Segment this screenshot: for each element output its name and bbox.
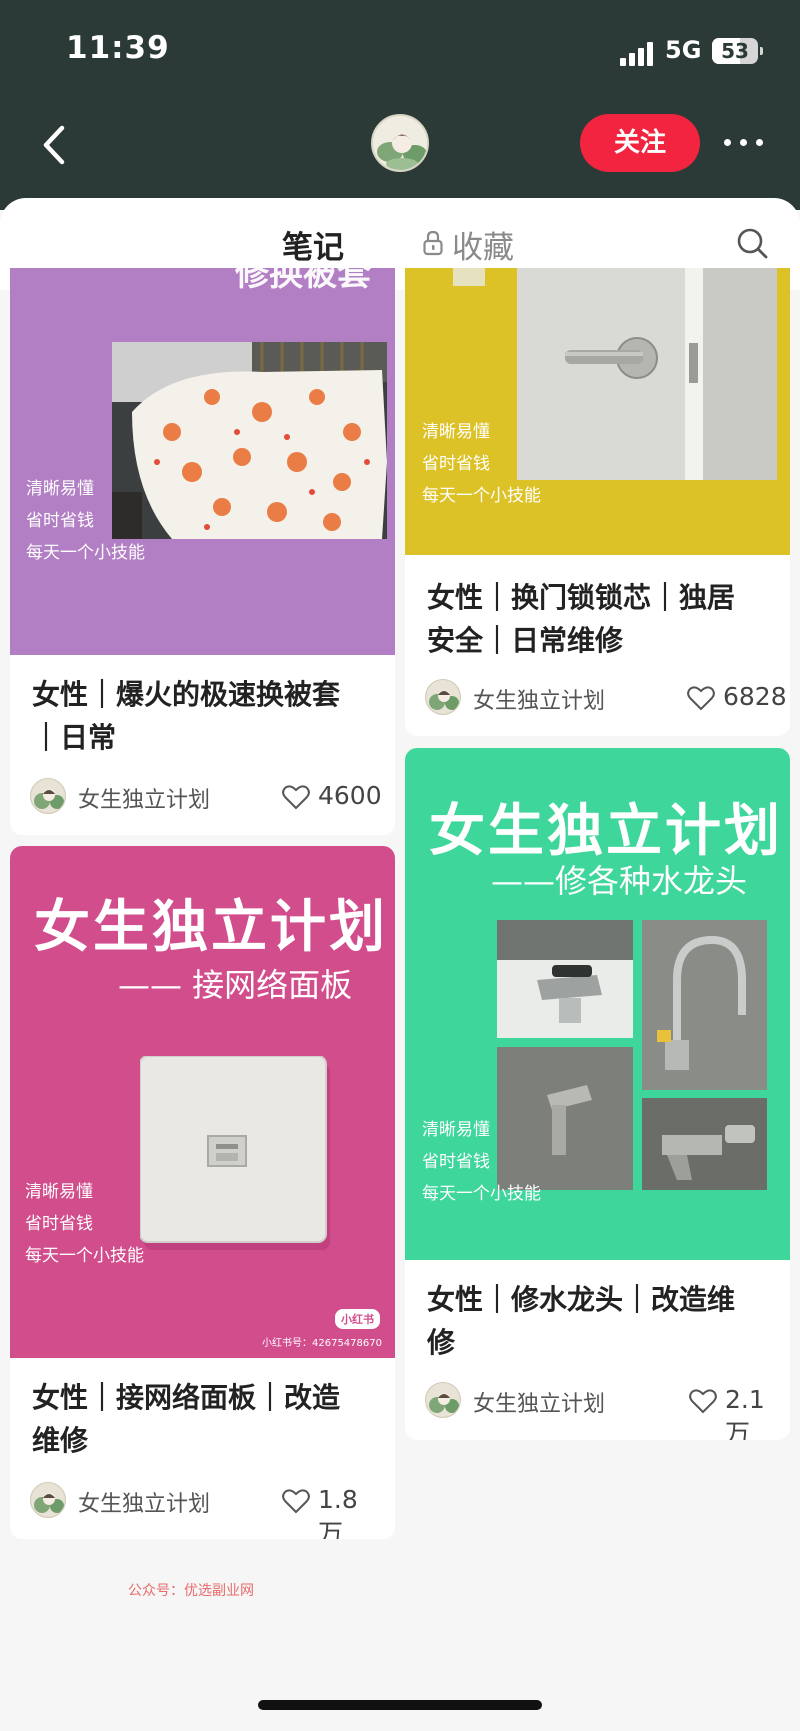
caption-line: 清晰易懂 bbox=[25, 1182, 93, 1202]
heart-icon[interactable] bbox=[282, 1488, 310, 1514]
caption-line: 省时省钱 bbox=[422, 1152, 490, 1172]
signal-icon bbox=[620, 42, 656, 66]
caption-line: 每天一个小技能 bbox=[422, 486, 541, 506]
tab-notes[interactable]: 笔记 bbox=[282, 222, 344, 267]
title-line: 修 bbox=[427, 1326, 456, 1359]
note-card[interactable]: 女生独立计划 ——修各种水龙头 清晰易懂 省时省钱 每天一个小技能 女性｜修水龙… bbox=[405, 748, 790, 1440]
note-cover: 修换被套 清晰易懂 省时省钱 每天一个小技能 bbox=[10, 268, 395, 655]
note-title: 女性｜爆火的极速换被套 ｜日常 bbox=[32, 673, 340, 759]
network-panel-photo bbox=[140, 1056, 330, 1250]
caption-line: 每天一个小技能 bbox=[26, 543, 145, 563]
battery-tip bbox=[760, 47, 763, 55]
back-arrow-icon[interactable] bbox=[36, 122, 76, 168]
caption-line: 每天一个小技能 bbox=[25, 1246, 144, 1266]
title-line: 女性｜修水龙头｜改造维 bbox=[427, 1283, 736, 1316]
note-card[interactable]: 清晰易懂 省时省钱 每天一个小技能 女性｜换门锁锁芯｜独居 安全｜日常维修 女生… bbox=[405, 268, 790, 736]
cover-caption: 清晰易懂 省时省钱 每天一个小技能 bbox=[422, 416, 541, 512]
title-line: 女性｜换门锁锁芯｜独居 bbox=[427, 581, 736, 614]
author-row[interactable]: 女生独立计划 1.8 万 bbox=[30, 1482, 380, 1539]
author-avatar bbox=[425, 1382, 461, 1418]
cover-title: 女生独立计划 bbox=[34, 895, 388, 960]
door-lock-photo bbox=[517, 268, 777, 480]
caption-line: 清晰易懂 bbox=[422, 422, 490, 442]
note-cover: 女生独立计划 —— 接网络面板 清晰易懂 省时省钱 每天一个小技能 小红书 小红… bbox=[10, 846, 395, 1358]
watermark-text: 公众号：优选副业网 bbox=[128, 1583, 254, 1599]
title-line: ｜日常 bbox=[32, 721, 117, 754]
note-card[interactable]: 修换被套 清晰易懂 省时省钱 每天一个小技能 女性｜爆火的极速换被套 ｜日常 女… bbox=[10, 268, 395, 835]
battery-level: 53 bbox=[721, 39, 749, 63]
author-avatar bbox=[30, 778, 66, 814]
profile-header: 11:39 5G 53 关注 bbox=[0, 0, 800, 210]
heart-icon[interactable] bbox=[282, 784, 310, 810]
cover-caption: 清晰易懂 省时省钱 每天一个小技能 bbox=[25, 1176, 144, 1272]
caption-line: 省时省钱 bbox=[25, 1214, 93, 1234]
avatar[interactable] bbox=[371, 114, 429, 172]
author-row[interactable]: 女生独立计划 6828 bbox=[425, 679, 787, 719]
caption-line: 省时省钱 bbox=[422, 454, 490, 474]
decor-shape bbox=[453, 268, 485, 286]
author-avatar bbox=[30, 1482, 66, 1518]
like-count: 6828 bbox=[723, 682, 787, 711]
home-indicator[interactable] bbox=[258, 1700, 542, 1710]
bed-photo bbox=[112, 342, 387, 539]
cover-caption: 清晰易懂 省时省钱 每天一个小技能 bbox=[422, 1114, 541, 1210]
author-name: 女生独立计划 bbox=[78, 1492, 211, 1517]
author-row[interactable]: 女生独立计划 4600 bbox=[30, 778, 382, 818]
caption-line: 每天一个小技能 bbox=[422, 1184, 541, 1204]
author-name: 女生独立计划 bbox=[473, 1392, 606, 1417]
follow-button[interactable]: 关注 bbox=[580, 114, 700, 172]
lock-icon bbox=[423, 230, 443, 256]
cover-caption: 清晰易懂 省时省钱 每天一个小技能 bbox=[26, 473, 145, 569]
account-id: 小红书号：42675478670 bbox=[262, 1338, 382, 1349]
title-line: 女性｜爆火的极速换被套 bbox=[32, 678, 341, 711]
heart-icon[interactable] bbox=[687, 685, 715, 711]
like-count: 1.8 万 bbox=[318, 1485, 358, 1539]
top-nav: 关注 bbox=[0, 100, 800, 200]
network-label: 5G bbox=[665, 36, 702, 64]
note-title: 女性｜修水龙头｜改造维 修 bbox=[427, 1278, 735, 1364]
note-cover: 清晰易懂 省时省钱 每天一个小技能 bbox=[405, 268, 790, 555]
note-title: 女性｜接网络面板｜改造 维修 bbox=[32, 1376, 340, 1462]
status-time: 11:39 bbox=[66, 30, 170, 66]
author-avatar bbox=[425, 679, 461, 715]
caption-line: 省时省钱 bbox=[26, 511, 94, 531]
title-line: 女性｜接网络面板｜改造 bbox=[32, 1381, 341, 1414]
search-icon[interactable] bbox=[735, 226, 769, 260]
author-name: 女生独立计划 bbox=[473, 689, 606, 714]
author-name: 女生独立计划 bbox=[78, 788, 211, 813]
cover-title: 女生独立计划 bbox=[429, 799, 783, 864]
author-row[interactable]: 女生独立计划 2.1万 bbox=[425, 1382, 775, 1440]
heart-icon[interactable] bbox=[689, 1388, 717, 1414]
cover-subtitle: ——修各种水龙头 bbox=[491, 862, 748, 900]
like-count: 2.1万 bbox=[725, 1385, 765, 1440]
more-icon[interactable] bbox=[722, 132, 766, 152]
avatar-illustration-icon bbox=[373, 116, 427, 170]
tab-favorites[interactable]: 收藏 bbox=[452, 222, 514, 267]
caption-line: 清晰易懂 bbox=[422, 1120, 490, 1140]
platform-badge: 小红书 bbox=[335, 1309, 380, 1329]
caption-line: 清晰易懂 bbox=[26, 479, 94, 499]
title-line: 维修 bbox=[32, 1424, 89, 1457]
battery-icon: 53 bbox=[712, 38, 758, 64]
like-count: 4600 bbox=[318, 781, 382, 810]
cover-top-text: 修换被套 bbox=[235, 268, 371, 294]
status-bar: 11:39 5G 53 bbox=[0, 0, 800, 100]
note-card[interactable]: 女生独立计划 —— 接网络面板 清晰易懂 省时省钱 每天一个小技能 小红书 小红… bbox=[10, 846, 395, 1539]
note-title: 女性｜换门锁锁芯｜独居 安全｜日常维修 bbox=[427, 576, 735, 662]
cover-subtitle: —— 接网络面板 bbox=[118, 966, 353, 1004]
title-line: 安全｜日常维修 bbox=[427, 624, 624, 657]
note-cover: 女生独立计划 ——修各种水龙头 清晰易懂 省时省钱 每天一个小技能 bbox=[405, 748, 790, 1260]
